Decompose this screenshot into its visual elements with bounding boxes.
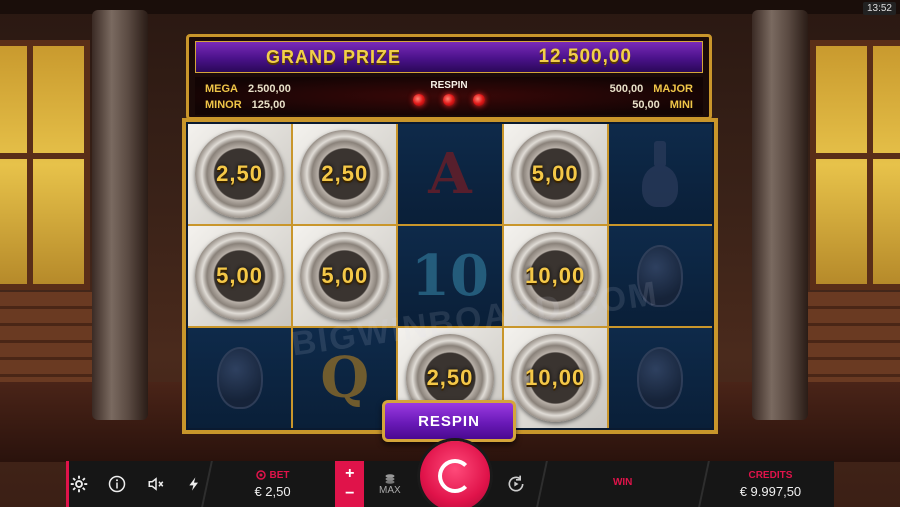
gear-icon[interactable] (69, 473, 89, 495)
coin-cell: 2,50 (188, 124, 292, 224)
minor-jackpots: MEGA 2.500,00 MINOR 125,00 500,00 MAJOR … (195, 77, 703, 115)
max-bet-button[interactable]: MAX (364, 461, 415, 507)
bet-label-wrap: BET (255, 469, 290, 481)
egg-icon (216, 347, 263, 409)
minor-label: MINOR (205, 99, 242, 111)
mini-label: MINI (669, 99, 693, 111)
autoplay-button[interactable] (494, 461, 539, 507)
mega-jackpot: MEGA 2.500,00 (205, 83, 291, 95)
reel-grid: 2,50 2,50 A 5,00 5,00 5,00 10 10,00 Q 2,50 10,00 (188, 124, 712, 428)
spin-area (415, 441, 493, 507)
bet-display: BET € 2,50 (210, 461, 335, 507)
win-display: WIN (544, 461, 700, 507)
coin-value: 5,00 (216, 263, 263, 288)
coin-cell: 5,00 (293, 226, 397, 326)
symbol-cell: A (398, 124, 502, 224)
vault-coin-icon: 5,00 (510, 130, 600, 218)
jackpot-panel: GRAND PRIZE 12.500,00 MEGA 2.500,00 MINO… (186, 34, 712, 120)
mega-value: 2.500,00 (248, 83, 291, 95)
coin-icon (255, 470, 266, 480)
mini-jackpot: 50,00 MINI (632, 99, 693, 111)
coin-value: 5,00 (321, 263, 369, 288)
bet-increase-button[interactable]: + (345, 465, 354, 483)
bet-label: BET (269, 469, 290, 481)
coin-cell: 5,00 (188, 226, 292, 326)
grand-prize-value: 12.500,00 (538, 46, 632, 67)
vault-coin-icon: 2,50 (300, 130, 390, 218)
coin-cell: 5,00 (503, 124, 607, 224)
vault-coin-icon: 10,00 (510, 334, 600, 422)
major-jackpot: 500,00 MAJOR (610, 83, 693, 95)
coin-value: 2,50 (426, 365, 474, 390)
bottom-bar: BET € 2,50 + − MAX WIN CREDITS € 9.997,5… (66, 441, 834, 507)
right-window (810, 40, 900, 290)
respin-light-icon (443, 94, 455, 106)
turbo-icon[interactable] (184, 473, 204, 495)
vault-coin-icon: 5,00 (300, 232, 390, 320)
coin-cell: 2,50 (293, 124, 397, 224)
coin-value: 5,00 (531, 161, 579, 186)
win-label: WIN (612, 477, 633, 488)
respin-button[interactable]: RESPIN (382, 400, 516, 442)
bet-value: € 2,50 (254, 483, 291, 499)
credits-value: € 9.997,50 (739, 483, 802, 499)
coin-value: 10,00 (525, 365, 586, 390)
left-window (0, 40, 90, 290)
respin-light-icon (473, 94, 485, 106)
coin-value: 2,50 (321, 161, 369, 186)
coin-stack-icon (385, 473, 395, 484)
left-pillar (92, 10, 148, 420)
minor-value: 125,00 (251, 99, 286, 111)
mega-label: MEGA (205, 83, 238, 95)
coin-cell: 10,00 (503, 328, 607, 428)
vase-icon (642, 141, 679, 207)
respin-lights (413, 94, 485, 106)
egg-icon (637, 347, 684, 409)
spin-button[interactable] (420, 441, 491, 507)
max-label: MAX (379, 484, 401, 496)
grand-prize-row: GRAND PRIZE 12.500,00 (195, 41, 703, 73)
bet-decrease-button[interactable]: − (345, 485, 354, 503)
mute-icon[interactable] (146, 473, 166, 495)
utility-icons (66, 461, 204, 507)
symbol-cell (188, 328, 292, 428)
symbol-cell (608, 328, 712, 428)
major-value: 500,00 (609, 83, 644, 95)
symbol-cell (608, 124, 712, 224)
grand-prize-label: GRAND PRIZE (266, 46, 402, 67)
spin-arrow-icon (438, 459, 473, 493)
respin-counter-label: RESPIN (430, 80, 468, 91)
minor-jackpot: MINOR 125,00 (205, 99, 285, 111)
mini-value: 50,00 (632, 99, 660, 111)
info-icon[interactable] (107, 473, 127, 495)
bet-stepper: + − (335, 461, 365, 507)
respin-light-icon (413, 94, 425, 106)
right-pillar (752, 10, 808, 420)
vault-coin-icon: 2,50 (195, 130, 284, 218)
coin-value: 2,50 (216, 161, 263, 186)
credits-display: CREDITS € 9.997,50 (707, 461, 834, 507)
clock: 13:52 (862, 2, 896, 15)
reel-symbol: A (428, 141, 472, 207)
vault-coin-icon: 5,00 (195, 232, 284, 320)
major-label: MAJOR (653, 83, 693, 95)
autoplay-icon (505, 473, 527, 495)
credits-label: CREDITS (748, 469, 793, 481)
